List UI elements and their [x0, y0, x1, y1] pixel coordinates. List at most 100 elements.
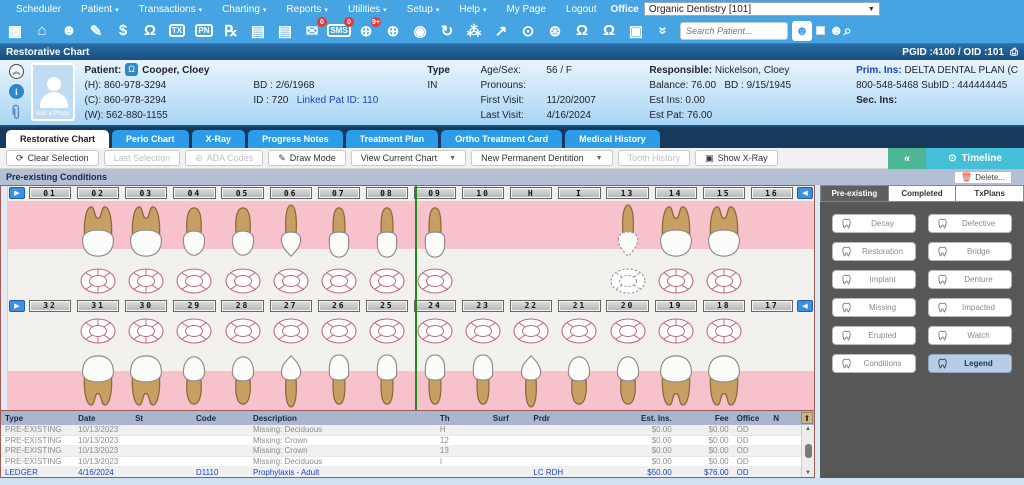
- tooth-01-occlusal[interactable]: [26, 263, 74, 299]
- tooth-number-button-13[interactable]: 13: [606, 187, 648, 199]
- web-patient-icon[interactable]: ⊕9+: [354, 20, 378, 41]
- tooth-15[interactable]: [700, 201, 748, 263]
- clock-icon[interactable]: ⊙: [516, 20, 540, 41]
- tooth-icon[interactable]: Ω: [125, 63, 138, 76]
- expand-icon[interactable]: »: [651, 20, 675, 41]
- rx-icon[interactable]: ℞: [219, 20, 243, 41]
- tooth-27-occlusal[interactable]: [267, 313, 315, 349]
- linked-pat-id-link[interactable]: Linked Pat ID: 110: [297, 95, 379, 106]
- patient-photo-placeholder[interactable]: Add a Photo: [31, 63, 75, 121]
- menu-item-help[interactable]: Help▾: [449, 3, 496, 16]
- tooth-23[interactable]: [459, 349, 507, 410]
- tooth-17-occlusal[interactable]: [748, 313, 796, 349]
- arch-nav-left-button[interactable]: ▶: [9, 300, 25, 312]
- legend-button[interactable]: Legend: [928, 354, 1012, 373]
- tooth-number-button-15[interactable]: 15: [703, 187, 745, 199]
- panel-tab-completed[interactable]: Completed: [889, 185, 957, 202]
- panel-tab-pre-existing[interactable]: Pre-existing: [820, 185, 889, 202]
- collapse-panel-button[interactable]: ︽: [9, 64, 24, 79]
- tooth-10-missing[interactable]: [459, 201, 507, 263]
- tooth-number-button-14[interactable]: 14: [655, 187, 697, 199]
- tooth-19[interactable]: [652, 349, 700, 410]
- tooth-number-button-02[interactable]: 02: [77, 187, 119, 199]
- conditions-button[interactable]: Conditions: [832, 354, 916, 373]
- menu-item-transactions[interactable]: Transactions▾: [129, 3, 212, 16]
- tooth-number-button-22[interactable]: 22: [510, 300, 552, 312]
- tooth-32-missing[interactable]: [26, 349, 74, 410]
- bridge-button[interactable]: Bridge: [928, 242, 1012, 261]
- delete-button[interactable]: 🗑 Delete...: [954, 171, 1012, 184]
- globe-icon[interactable]: ⊕: [381, 20, 405, 41]
- reports-chart-icon[interactable]: ↗: [489, 20, 513, 41]
- tab-restorative-chart[interactable]: Restorative Chart: [6, 130, 109, 148]
- column-header-code[interactable]: Code: [192, 414, 249, 423]
- tab-progress-notes[interactable]: Progress Notes: [248, 130, 343, 148]
- table-row[interactable]: PRE-EXISTING10/13/2023Missing: Deciduous…: [1, 425, 814, 436]
- tooth-32-occlusal[interactable]: [26, 313, 74, 349]
- tooth-number-button-27[interactable]: 27: [270, 300, 312, 312]
- timeline-button[interactable]: ⊙ Timeline: [926, 148, 1024, 169]
- tooth-02-occlusal[interactable]: [74, 263, 122, 299]
- tooth-27[interactable]: [267, 349, 315, 410]
- tooth-06-occlusal[interactable]: [267, 263, 315, 299]
- decay-button[interactable]: Decay: [832, 214, 916, 233]
- tooth-number-button-H[interactable]: H: [510, 187, 552, 199]
- column-header-type[interactable]: Type: [1, 414, 74, 423]
- impacted-button[interactable]: Impacted: [928, 298, 1012, 317]
- scroll-down-icon[interactable]: ▼: [805, 470, 811, 476]
- tooth-09[interactable]: [411, 201, 459, 263]
- tooth-number-button-08[interactable]: 08: [366, 187, 408, 199]
- tooth-29-occlusal[interactable]: [170, 313, 218, 349]
- tab-perio-chart[interactable]: Perio Chart: [112, 130, 189, 148]
- home-icon[interactable]: ⌂: [30, 20, 54, 41]
- tooth-number-button-09[interactable]: 09: [414, 187, 456, 199]
- tooth-04[interactable]: [170, 201, 218, 263]
- progress-notes-icon[interactable]: PN: [192, 20, 216, 41]
- tooth-07-occlusal[interactable]: [315, 263, 363, 299]
- tx-plan-icon[interactable]: TX: [165, 20, 189, 41]
- tooth-20-occlusal[interactable]: [604, 313, 652, 349]
- tooth-number-button-23[interactable]: 23: [462, 300, 504, 312]
- restoration-button[interactable]: Restoration: [832, 242, 916, 261]
- arch-nav-left-button[interactable]: ▶: [9, 187, 25, 199]
- tooth-17-missing[interactable]: [748, 349, 796, 410]
- column-header-surf[interactable]: Surf: [489, 414, 530, 423]
- notes-star-icon[interactable]: ▤: [273, 20, 297, 41]
- tooth-13[interactable]: [604, 201, 652, 263]
- tooth-04-occlusal[interactable]: [170, 263, 218, 299]
- denture-button[interactable]: Denture: [928, 270, 1012, 289]
- tooth-24-occlusal[interactable]: [411, 313, 459, 349]
- patient-sync-icon[interactable]: ↻: [435, 20, 459, 41]
- tooth-08-occlusal[interactable]: [363, 263, 411, 299]
- column-header-prdr[interactable]: Prdr: [529, 414, 602, 423]
- tooth-number-button-I[interactable]: I: [558, 187, 600, 199]
- defective-button[interactable]: Defective: [928, 214, 1012, 233]
- tooth-number-button-10[interactable]: 10: [462, 187, 504, 199]
- tooth-26-occlusal[interactable]: [315, 313, 363, 349]
- tooth-number-button-26[interactable]: 26: [318, 300, 360, 312]
- tooth-number-button-18[interactable]: 18: [703, 300, 745, 312]
- tooth-number-button-21[interactable]: 21: [558, 300, 600, 312]
- search-patient-input[interactable]: [680, 22, 788, 40]
- paperclip-icon[interactable]: [9, 104, 23, 121]
- tooth-number-button-31[interactable]: 31: [77, 300, 119, 312]
- tooth-29[interactable]: [170, 349, 218, 410]
- tooth-31-occlusal[interactable]: [74, 313, 122, 349]
- tooth-25-occlusal[interactable]: [363, 313, 411, 349]
- tooth-number-button-01[interactable]: 01: [29, 187, 71, 199]
- notes-icon[interactable]: ▤: [246, 20, 270, 41]
- tooth-14[interactable]: [652, 201, 700, 263]
- watch-button[interactable]: Watch: [928, 326, 1012, 345]
- menu-item-reports[interactable]: Reports▾: [276, 3, 338, 16]
- tab-x-ray[interactable]: X-Ray: [192, 130, 246, 148]
- tooth-number-button-16[interactable]: 16: [751, 187, 793, 199]
- scrollbar-thumb[interactable]: [805, 444, 812, 458]
- tooth-number-button-05[interactable]: 05: [221, 187, 263, 199]
- tooth-05-occlusal[interactable]: [219, 263, 267, 299]
- tooth-02[interactable]: [74, 201, 122, 263]
- tooth-number-button-17[interactable]: 17: [751, 300, 793, 312]
- column-header-office[interactable]: Office: [733, 414, 770, 423]
- column-header-th[interactable]: Th: [436, 414, 489, 423]
- menu-item-charting[interactable]: Charting▾: [212, 3, 276, 16]
- tooth-22[interactable]: [507, 349, 555, 410]
